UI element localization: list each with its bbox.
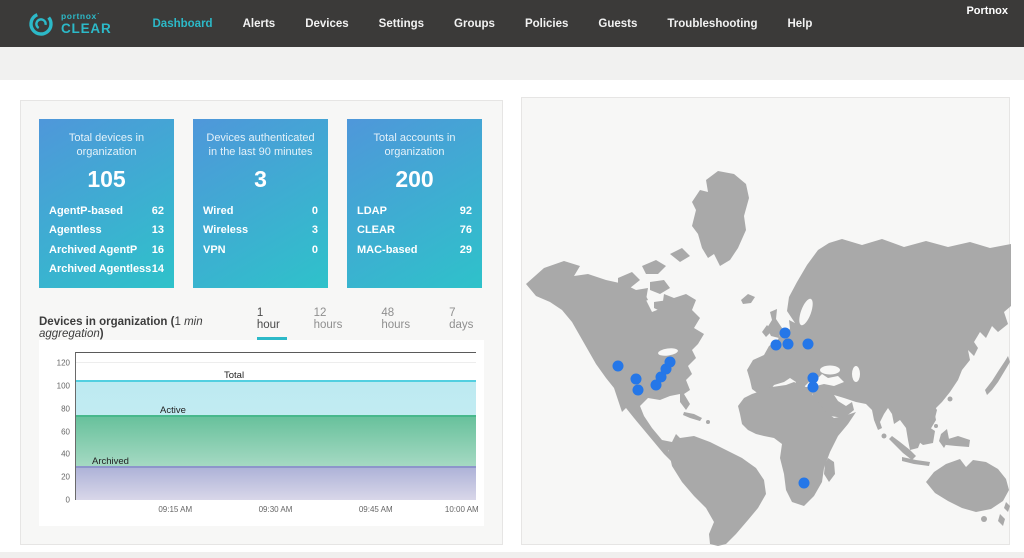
tab-48-hours[interactable]: 48 hours [381, 307, 422, 340]
brand-clear: CLEAR [61, 20, 112, 36]
stat-card: Devices authenticated in the last 90 min… [193, 119, 328, 288]
stat-row-label: VPN [203, 243, 226, 256]
y-tick-label: 20 [61, 472, 70, 482]
x-tick-label: 09:15 AM [158, 505, 193, 514]
map-marker[interactable] [612, 360, 624, 372]
nav-item-guests[interactable]: Guests [583, 0, 652, 47]
stat-row-value: 0 [311, 243, 318, 256]
stat-row-label: Wireless [203, 224, 249, 237]
map-marker[interactable] [802, 338, 814, 350]
portnox-logo-icon [29, 11, 53, 36]
map-marker[interactable] [807, 381, 819, 393]
stat-card-row: Archived AgentP 16 [49, 241, 164, 260]
account-name[interactable]: Portnox [966, 5, 1008, 17]
stat-card-row: Wired 0 [203, 202, 318, 221]
chart-title: Devices in organization (1 min aggregati… [39, 316, 203, 340]
series-label-archived: Archived [92, 455, 129, 467]
stat-card: Total accounts in organization 200 LDAP 92 C… [347, 119, 482, 288]
tab-7-days[interactable]: 7 days [449, 307, 480, 340]
tab-1-hour[interactable]: 1 hour [256, 307, 287, 340]
chart-range-tabs: 1 hour 12 hours 48 hours 7 days [256, 307, 480, 340]
stat-row-value: 29 [459, 243, 472, 256]
stat-card-title: Devices authenticated in the last 90 min… [206, 132, 315, 159]
stat-row-label: CLEAR [357, 224, 395, 237]
stat-row-value: 13 [151, 224, 164, 237]
y-tick-label: 80 [61, 404, 70, 414]
stat-row-value: 0 [311, 205, 318, 217]
x-tick-label: 09:30 AM [258, 505, 293, 514]
top-navbar: portnox˙ CLEAR Dashboard Alerts Devices Set… [0, 0, 1024, 47]
map-marker[interactable] [798, 477, 810, 489]
stat-card: Total devices in organization 105 AgentP-b… [39, 119, 174, 288]
map-marker[interactable] [770, 339, 782, 351]
nav-items: Dashboard Alerts Devices Settings Groups Poli… [138, 0, 828, 47]
world-map-panel [521, 97, 1011, 546]
stat-row-label: Archived AgentP [49, 243, 138, 256]
y-tick-label: 0 [65, 495, 70, 505]
nav-item-dashboard[interactable]: Dashboard [138, 0, 228, 47]
stat-card-row: Archived Agentless 14 [49, 260, 164, 279]
stat-row-label: LDAP [357, 205, 387, 217]
stat-card-value: 200 [395, 166, 434, 192]
dashboard-left-panel: Total devices in organization 105 AgentP-b… [20, 100, 503, 545]
tab-12-hours[interactable]: 12 hours [314, 307, 355, 340]
nav-item-settings[interactable]: Settings [364, 0, 439, 47]
stat-card-row: Agentless 13 [49, 221, 164, 240]
chart-header: Devices in organization (1 min aggregati… [39, 307, 484, 340]
series-label-active: Active [160, 404, 186, 416]
map-marker[interactable] [782, 338, 794, 350]
nav-item-alerts[interactable]: Alerts [228, 0, 291, 47]
nav-item-help[interactable]: Help [772, 0, 827, 47]
stat-card-value: 3 [254, 166, 267, 192]
stat-card-value: 105 [87, 166, 126, 192]
stat-row-value: 62 [151, 205, 164, 217]
stat-row-value: 3 [311, 224, 318, 237]
stat-card-title: Total accounts in organization [373, 132, 456, 159]
stat-row-label: MAC-based [357, 243, 418, 256]
stat-row-label: Agentless [49, 224, 102, 237]
stat-card-row: LDAP 92 [357, 202, 472, 221]
brand-portnox: portnox˙ [61, 11, 101, 21]
stat-card-title: Total devices in organization [68, 132, 145, 159]
stat-card-row: VPN 0 [203, 241, 318, 260]
nav-item-troubleshooting[interactable]: Troubleshooting [652, 0, 772, 47]
stat-card-row: MAC-based 29 [357, 241, 472, 260]
map-marker[interactable] [630, 373, 642, 385]
chart-plot-area: 0 20 40 60 80 100 120 Total Active Archived [57, 352, 476, 505]
stat-row-label: AgentP-based [49, 205, 123, 217]
devices-chart: 0 20 40 60 80 100 120 Total Active Archived 09:15… [39, 340, 484, 526]
stat-cards-row: Total devices in organization 105 AgentP-b… [39, 119, 484, 288]
stat-row-label: Wired [203, 205, 234, 217]
world-map [526, 171, 1011, 546]
map-marker[interactable] [664, 356, 676, 368]
stat-row-label: Archived Agentless [49, 262, 152, 275]
series-band-archived: Archived [76, 456, 476, 500]
y-tick-label: 40 [61, 449, 70, 459]
x-tick-label: 09:45 AM [358, 505, 393, 514]
nav-item-policies[interactable]: Policies [510, 0, 583, 47]
footer-strip [0, 552, 1024, 558]
stat-row-value: 16 [151, 243, 164, 256]
stat-card-row: CLEAR 76 [357, 221, 472, 240]
subheader-bar [0, 47, 1024, 80]
map-marker[interactable] [779, 327, 791, 339]
y-tick-label: 100 [56, 381, 70, 391]
stat-row-value: 92 [459, 205, 472, 217]
stat-row-value: 14 [151, 262, 164, 275]
chart-x-axis: 09:15 AM 09:30 AM 09:45 AM 10:00 AM [75, 500, 479, 514]
portnox-clear-logo[interactable]: portnox˙ CLEAR [28, 11, 112, 37]
stat-card-row: Wireless 3 [203, 221, 318, 240]
map-marker[interactable] [632, 384, 644, 396]
x-tick-label: 10:00 AM [444, 505, 479, 514]
series-label-total: Total [224, 370, 245, 382]
nav-item-groups[interactable]: Groups [439, 0, 510, 47]
y-tick-label: 120 [56, 358, 70, 368]
stat-card-row: AgentP-based 62 [49, 202, 164, 221]
gridline: 120 [57, 359, 476, 368]
y-tick-label: 60 [61, 427, 70, 437]
nav-item-devices[interactable]: Devices [290, 0, 363, 47]
stat-row-value: 76 [459, 224, 472, 237]
